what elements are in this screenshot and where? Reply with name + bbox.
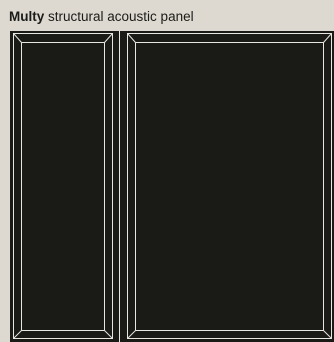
- narrow-panel: [13, 33, 113, 339]
- product-description: structural acoustic panel: [48, 9, 194, 24]
- acoustic-panel-diagram: [10, 31, 334, 342]
- wide-panel-outer-edge: [127, 33, 332, 339]
- wide-panel: [127, 33, 332, 339]
- brand-name: Multy: [9, 9, 45, 24]
- narrow-panel-outer-edge: [13, 33, 113, 339]
- wide-panel-inner-edge: [135, 42, 324, 331]
- panel-illustration: [13, 31, 332, 342]
- narrow-panel-inner-edge: [21, 42, 105, 331]
- product-caption: Multy structural acoustic panel: [9, 8, 194, 26]
